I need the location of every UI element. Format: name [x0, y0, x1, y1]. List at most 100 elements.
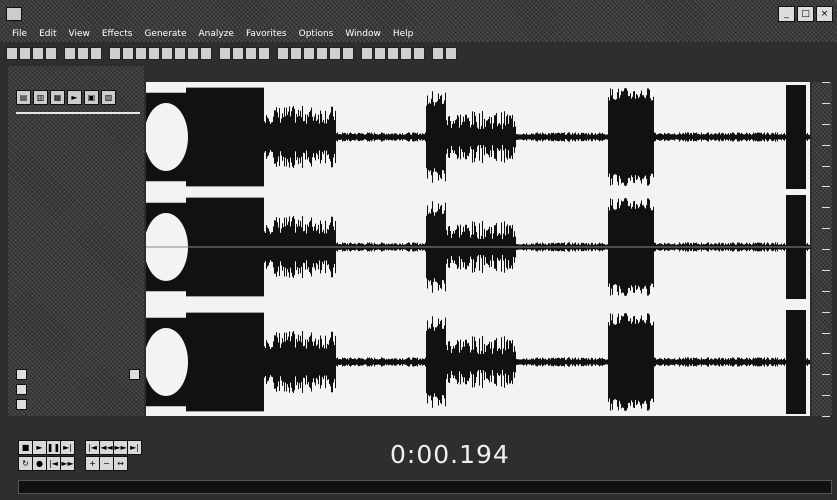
zoom-full-icon[interactable]: ↔ — [113, 456, 128, 471]
title-bar: _ □ × — [0, 0, 837, 28]
tool-icon[interactable] — [400, 46, 412, 60]
redo-icon[interactable] — [122, 46, 134, 60]
list-item[interactable] — [16, 116, 140, 118]
trim-icon[interactable] — [148, 46, 160, 60]
fade-out-icon[interactable] — [329, 46, 341, 60]
eq-icon[interactable] — [290, 46, 302, 60]
insert-icon[interactable]: ▦ — [50, 90, 65, 105]
ruler-tick — [822, 353, 830, 355]
fast-forward-icon[interactable]: ►► — [113, 440, 128, 455]
zoom-in-icon[interactable] — [174, 46, 186, 60]
menu-bar: File Edit View Effects Generate Analyze … — [0, 28, 837, 42]
go-to-start-icon[interactable]: |◄ — [85, 440, 100, 455]
zoom-full-icon[interactable] — [219, 46, 231, 60]
marker-icon[interactable] — [232, 46, 244, 60]
new-icon[interactable] — [6, 46, 18, 60]
skip-back-icon[interactable]: |◄ — [46, 456, 61, 471]
ruler-tick — [822, 144, 830, 146]
toolbar-group — [277, 46, 354, 60]
waveform-core — [146, 103, 188, 171]
status-bar — [18, 480, 832, 494]
transport-group-2: |◄ ◄◄ ►► ►| + − ↔ — [85, 440, 142, 471]
ruler-tick — [822, 290, 830, 292]
go-to-end-icon[interactable]: ►| — [127, 440, 142, 455]
mix-paste-icon[interactable] — [135, 46, 147, 60]
open-icon[interactable] — [19, 46, 31, 60]
copy-icon[interactable] — [77, 46, 89, 60]
menu-favorites[interactable]: Favorites — [240, 28, 293, 42]
file-list — [16, 112, 140, 118]
reverse-icon[interactable] — [342, 46, 354, 60]
waveform-display[interactable] — [146, 82, 810, 416]
toolbar-group — [361, 46, 425, 60]
edit-file-icon[interactable]: ▣ — [84, 90, 99, 105]
zoom-sel-icon[interactable] — [200, 46, 212, 60]
play-to-end-icon[interactable]: ►| — [60, 440, 75, 455]
tool-icon[interactable] — [413, 46, 425, 60]
ruler-tick — [822, 249, 830, 250]
time-display: 0:00.194 — [390, 440, 510, 469]
options-icon[interactable]: ▧ — [101, 90, 116, 105]
transport-controls: ■ ► ❚❚ ►| ↻ ● |◄ ►► |◄ ◄◄ ►► ►| + − ↔ — [18, 440, 142, 471]
ruler-tick — [822, 228, 830, 230]
play-icon[interactable]: ► — [32, 440, 47, 455]
ruler-tick — [822, 395, 830, 397]
fx-icon[interactable] — [277, 46, 289, 60]
save-as-icon[interactable] — [45, 46, 57, 60]
option-checkbox[interactable] — [16, 384, 27, 395]
toolbar-group — [6, 46, 57, 60]
help-icon[interactable] — [387, 46, 399, 60]
option-checkbox[interactable] — [16, 369, 27, 380]
envelope-icon[interactable] — [258, 46, 270, 60]
option-checkbox[interactable] — [16, 399, 27, 410]
maximize-icon[interactable]: □ — [797, 6, 814, 22]
analyze-icon[interactable] — [361, 46, 373, 60]
normalize-icon[interactable] — [303, 46, 315, 60]
zoom-out-icon[interactable] — [187, 46, 199, 60]
ruler-tick — [822, 186, 830, 188]
ruler-tick — [822, 207, 830, 209]
menu-view[interactable]: View — [63, 28, 96, 42]
rewind-icon[interactable]: ◄◄ — [99, 440, 114, 455]
paste-icon[interactable] — [90, 46, 102, 60]
menu-generate[interactable]: Generate — [138, 28, 192, 42]
menu-edit[interactable]: Edit — [33, 28, 62, 42]
record-opts-icon[interactable] — [374, 46, 386, 60]
menu-help[interactable]: Help — [387, 28, 420, 42]
close-file-icon[interactable]: ▥ — [33, 90, 48, 105]
region-icon[interactable] — [245, 46, 257, 60]
play-file-icon[interactable]: ► — [67, 90, 82, 105]
open-file-icon[interactable]: ▤ — [16, 90, 31, 105]
loop-icon[interactable]: ↻ — [18, 456, 33, 471]
ruler-tick — [822, 416, 830, 417]
zoom-out-icon[interactable]: − — [99, 456, 114, 471]
minimize-icon[interactable]: _ — [778, 6, 795, 22]
skip-forward-icon[interactable]: ►► — [60, 456, 75, 471]
tool-icon[interactable] — [432, 46, 444, 60]
menu-effects[interactable]: Effects — [96, 28, 139, 42]
option-checkbox[interactable] — [129, 369, 140, 380]
save-icon[interactable] — [32, 46, 44, 60]
select-all-icon[interactable] — [161, 46, 173, 60]
stop-icon[interactable]: ■ — [18, 440, 33, 455]
tool-icon[interactable] — [445, 46, 457, 60]
menu-analyze[interactable]: Analyze — [193, 28, 240, 42]
fade-in-icon[interactable] — [316, 46, 328, 60]
menu-file[interactable]: File — [6, 28, 33, 42]
pause-icon[interactable]: ❚❚ — [46, 440, 61, 455]
waveform-path — [146, 85, 810, 414]
transport-group-1: ■ ► ❚❚ ►| ↻ ● |◄ ►► — [18, 440, 75, 471]
menu-window[interactable]: Window — [339, 28, 387, 42]
record-icon[interactable]: ● — [32, 456, 47, 471]
ruler-tick — [822, 374, 830, 376]
ruler-tick — [822, 82, 830, 83]
waveform-svg — [146, 85, 810, 414]
ruler-tick — [822, 102, 830, 104]
zoom-in-icon[interactable]: + — [85, 456, 100, 471]
ruler-tick — [822, 311, 830, 313]
close-icon[interactable]: × — [816, 6, 833, 22]
undo-icon[interactable] — [109, 46, 121, 60]
menu-options[interactable]: Options — [293, 28, 340, 42]
cut-icon[interactable] — [64, 46, 76, 60]
panel-options — [16, 365, 140, 410]
